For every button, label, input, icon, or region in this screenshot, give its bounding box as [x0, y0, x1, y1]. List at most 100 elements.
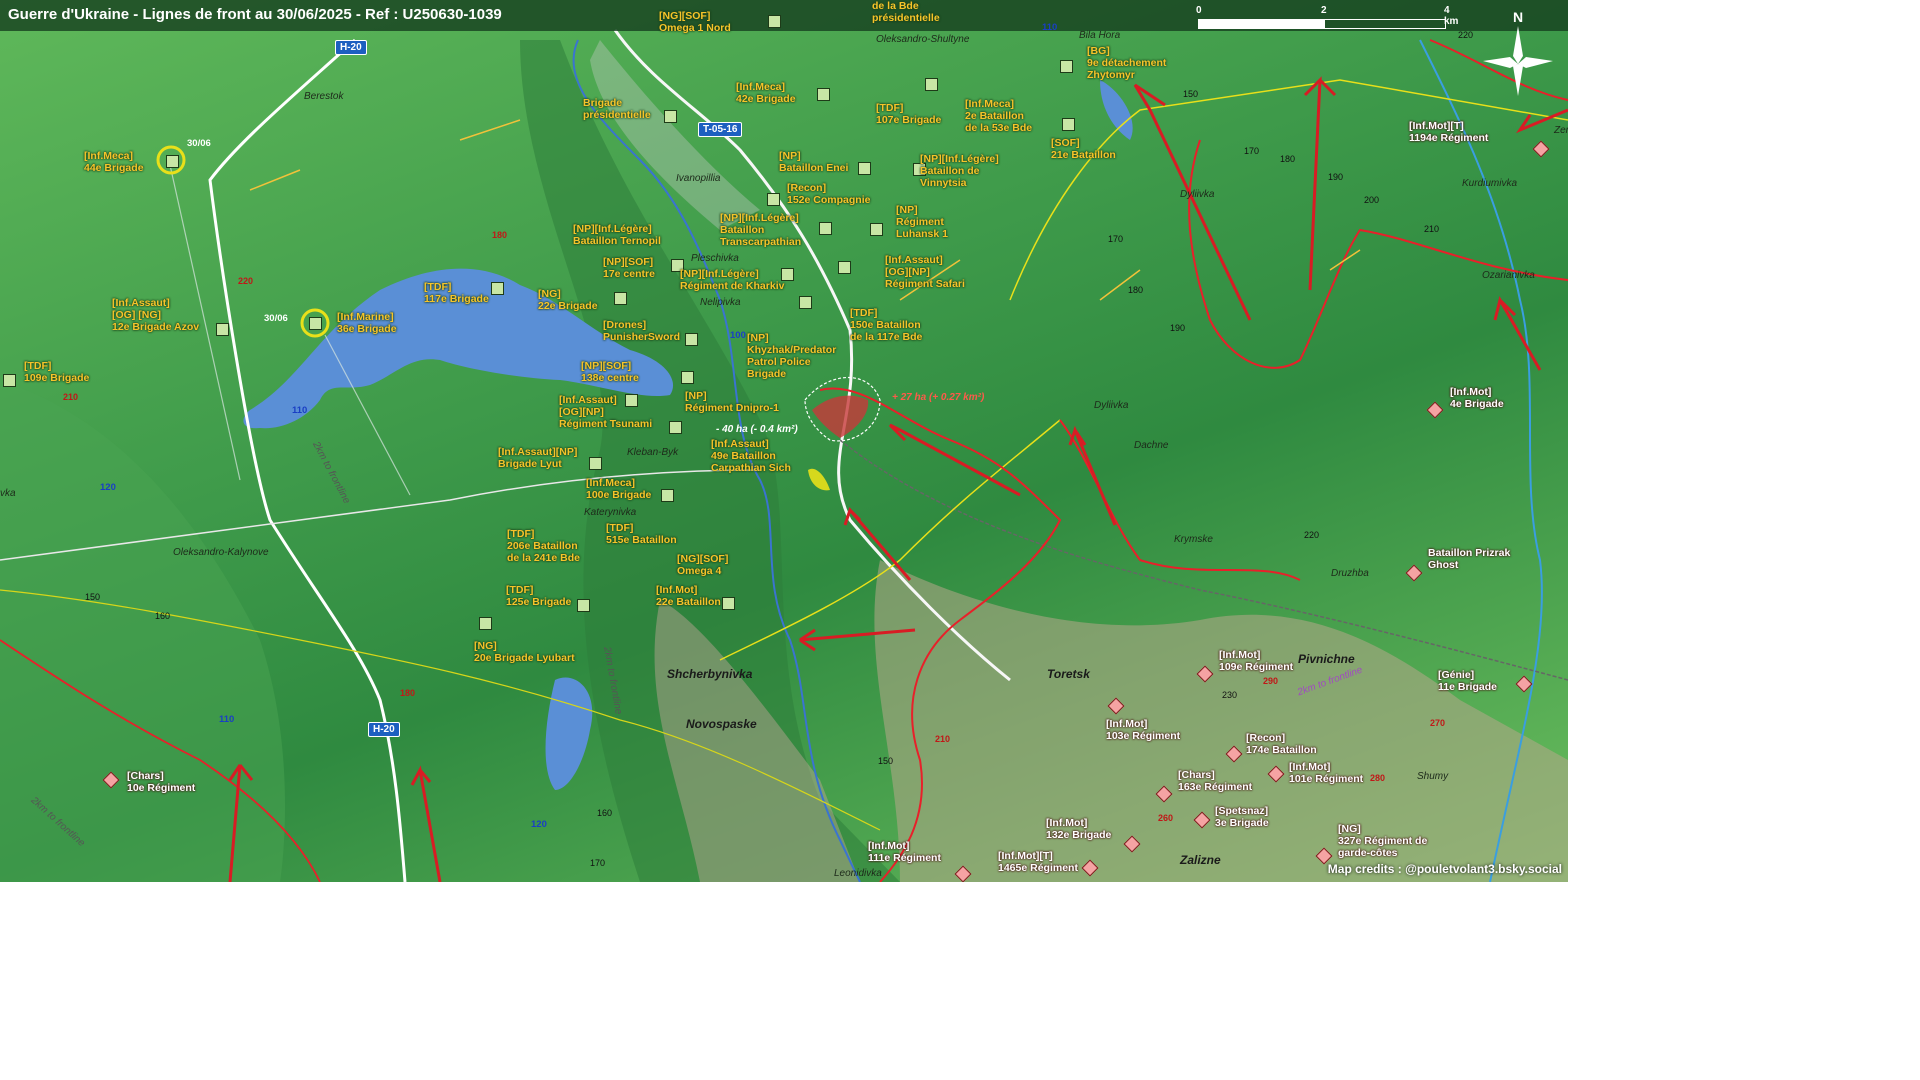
- ua-unit-label[interactable]: [Inf.Marine] 36e Brigade: [337, 311, 397, 335]
- place-label: Pleschivka: [691, 253, 739, 264]
- ua-unit-label[interactable]: [NP][Inf.Légère] Bataillon Transcarpathi…: [720, 212, 801, 248]
- ua-unit-label[interactable]: [NP][Inf.Légère] Bataillon de Vinnytsia: [920, 153, 999, 189]
- contour-label: 170: [1244, 146, 1260, 156]
- ru-unit-label[interactable]: [Inf.Mot][T] 1465e Régiment: [998, 850, 1078, 874]
- ua-unit-label[interactable]: [NG] 22e Brigade: [538, 288, 598, 312]
- place-label: Oleksandro-Kalynove: [173, 547, 269, 558]
- ua-unit-symbol[interactable]: [858, 162, 871, 175]
- ua-unit-label[interactable]: [Inf.Assaut] 49e Bataillon Carpathian Si…: [711, 438, 791, 474]
- ua-unit-symbol[interactable]: [661, 489, 674, 502]
- ua-unit-label[interactable]: [Inf.Meca] 100e Brigade: [586, 477, 651, 501]
- date-marker: 30/06: [187, 138, 211, 149]
- ua-unit-symbol[interactable]: [722, 597, 735, 610]
- ua-unit-symbol[interactable]: [479, 617, 492, 630]
- ua-unit-symbol[interactable]: [1060, 60, 1073, 73]
- ua-unit-label[interactable]: [NP] Bataillon Enei: [779, 150, 848, 174]
- ua-unit-label[interactable]: [Inf.Assaut] [OG] [NG] 12e Brigade Azov: [112, 297, 199, 333]
- map-title: Guerre d'Ukraine - Lignes de front au 30…: [8, 6, 502, 23]
- ru-unit-label[interactable]: [Recon] 174e Bataillon: [1246, 732, 1317, 756]
- ua-unit-label[interactable]: [NP] Régiment Luhansk 1: [896, 204, 948, 240]
- ru-unit-label[interactable]: [Chars] 10e Régiment: [127, 770, 195, 794]
- ua-unit-symbol[interactable]: [685, 333, 698, 346]
- town-label: Pivnichne: [1298, 652, 1355, 666]
- ru-unit-label[interactable]: Bataillon Prizrak Ghost: [1428, 547, 1510, 571]
- ua-unit-label[interactable]: [Inf.Meca] 2e Bataillon de la 53e Bde: [965, 98, 1032, 134]
- ua-unit-label[interactable]: [Recon] 152e Compagnie: [787, 182, 870, 206]
- ua-unit-symbol[interactable]: [589, 457, 602, 470]
- ru-unit-label[interactable]: [Génie] 11e Brigade: [1438, 669, 1497, 693]
- ua-unit-label[interactable]: [TDF] 125e Brigade: [506, 584, 571, 608]
- map-canvas[interactable]: Guerre d'Ukraine - Lignes de front au 30…: [0, 0, 1568, 882]
- ua-unit-symbol[interactable]: [817, 88, 830, 101]
- ua-unit-label[interactable]: [TDF] 109e Brigade: [24, 360, 89, 384]
- place-label: Katerynivka: [584, 507, 637, 518]
- ua-unit-label[interactable]: [NP][Inf.Légère] Bataillon Ternopil: [573, 223, 661, 247]
- place-label: Ozarianivka: [1482, 270, 1535, 281]
- place-label: Shumy: [1417, 771, 1449, 782]
- ua-unit-label[interactable]: [NP][SOF] 138e centre: [581, 360, 639, 384]
- ua-unit-label[interactable]: [Inf.Assaut] [OG][NP] Régiment Tsunami: [559, 394, 652, 430]
- ua-unit-symbol[interactable]: [768, 15, 781, 28]
- ua-unit-label[interactable]: [NG][SOF] Omega 1 Nord: [659, 10, 731, 34]
- ua-unit-symbol[interactable]: [925, 78, 938, 91]
- ua-unit-label[interactable]: [Inf.Assaut] [OG][NP] Régiment Safari: [885, 254, 965, 290]
- ua-unit-symbol[interactable]: [799, 296, 812, 309]
- ua-unit-label[interactable]: [TDF] 107e Brigade: [876, 102, 941, 126]
- ua-unit-label[interactable]: de la Bde présidentielle: [872, 0, 940, 24]
- ua-unit-label[interactable]: [Inf.Mot] 22e Bataillon: [656, 584, 721, 608]
- ua-unit-symbol[interactable]: [1062, 118, 1075, 131]
- ru-unit-label[interactable]: [Spetsnaz] 3e Brigade: [1215, 805, 1269, 829]
- scale-tick-2: 2: [1321, 5, 1327, 16]
- ua-unit-symbol[interactable]: [669, 421, 682, 434]
- ua-unit-symbol[interactable]: [216, 323, 229, 336]
- ua-unit-label[interactable]: [Drones] PunisherSword: [603, 319, 680, 343]
- road-number: 120: [531, 819, 547, 830]
- ua-unit-label[interactable]: [BG] 9e détachement Zhytomyr: [1087, 45, 1166, 81]
- ua-unit-symbol[interactable]: [491, 282, 504, 295]
- ua-unit-label[interactable]: [SOF] 21e Bataillon: [1051, 137, 1116, 161]
- ru-unit-label[interactable]: [Inf.Mot][T] 1194e Régiment: [1409, 120, 1488, 144]
- ua-unit-label[interactable]: [TDF] 206e Bataillon de la 241e Bde: [507, 528, 580, 564]
- ru-unit-label[interactable]: [Inf.Mot] 101e Régiment: [1289, 761, 1363, 785]
- ru-unit-label[interactable]: [Inf.Mot] 109e Régiment: [1219, 649, 1293, 673]
- ua-unit-label[interactable]: [TDF] 117e Brigade: [424, 281, 489, 305]
- ua-unit-symbol[interactable]: [681, 371, 694, 384]
- ua-unit-symbol[interactable]: [166, 155, 179, 168]
- contour-label: 200: [1364, 195, 1380, 205]
- ru-unit-label[interactable]: [Inf.Mot] 103e Régiment: [1106, 718, 1180, 742]
- ru-unit-label[interactable]: [Inf.Mot] 111e Régiment: [868, 840, 941, 864]
- town-label: Shcherbynivka: [667, 667, 753, 681]
- contour-label: 180: [1128, 285, 1144, 295]
- road-number: 100: [730, 330, 746, 341]
- ua-unit-label[interactable]: [NP][Inf.Légère] Régiment de Kharkiv: [680, 268, 784, 292]
- road-shield: H-20: [368, 722, 400, 737]
- ua-unit-symbol[interactable]: [664, 110, 677, 123]
- ru-unit-label[interactable]: [Inf.Mot] 4e Brigade: [1450, 386, 1504, 410]
- ru-unit-label[interactable]: [NG] 327e Régiment de garde-côtes: [1338, 823, 1427, 859]
- ua-unit-label[interactable]: [NG][SOF] Omega 4: [677, 553, 728, 577]
- ua-unit-symbol[interactable]: [838, 261, 851, 274]
- ua-unit-label[interactable]: [NP] Khyzhak/Predator Patrol Police Brig…: [747, 332, 836, 380]
- ua-unit-label[interactable]: [NG] 20e Brigade Lyubart: [474, 640, 575, 664]
- north-label: N: [1513, 9, 1523, 25]
- ru-unit-label[interactable]: [Chars] 163e Régiment: [1178, 769, 1252, 793]
- place-label: Krymske: [1174, 534, 1213, 545]
- ua-unit-symbol[interactable]: [614, 292, 627, 305]
- ua-unit-symbol[interactable]: [870, 223, 883, 236]
- ua-unit-symbol[interactable]: [3, 374, 16, 387]
- ua-unit-label[interactable]: [Inf.Meca] 42e Brigade: [736, 81, 796, 105]
- ua-unit-symbol[interactable]: [767, 193, 780, 206]
- ua-unit-label[interactable]: [NP][SOF] 17e centre: [603, 256, 655, 280]
- ua-unit-symbol[interactable]: [577, 599, 590, 612]
- ua-unit-label[interactable]: [TDF] 150e Bataillon de la 117e Bde: [850, 307, 922, 343]
- ua-unit-label[interactable]: [Inf.Assaut][NP] Brigade Lyut: [498, 446, 577, 470]
- ua-unit-label[interactable]: [TDF] 515e Bataillon: [606, 522, 677, 546]
- ua-unit-symbol[interactable]: [309, 317, 322, 330]
- ua-unit-symbol[interactable]: [819, 222, 832, 235]
- ua-unit-label[interactable]: [Inf.Meca] 44e Brigade: [84, 150, 144, 174]
- ua-unit-label[interactable]: [NP] Régiment Dnipro-1: [685, 390, 779, 414]
- place-label: Ivanopillia: [676, 173, 721, 184]
- ru-unit-label[interactable]: [Inf.Mot] 132e Brigade: [1046, 817, 1111, 841]
- ua-unit-label[interactable]: Brigade présidentielle: [583, 97, 651, 121]
- road-number: 110: [292, 405, 308, 416]
